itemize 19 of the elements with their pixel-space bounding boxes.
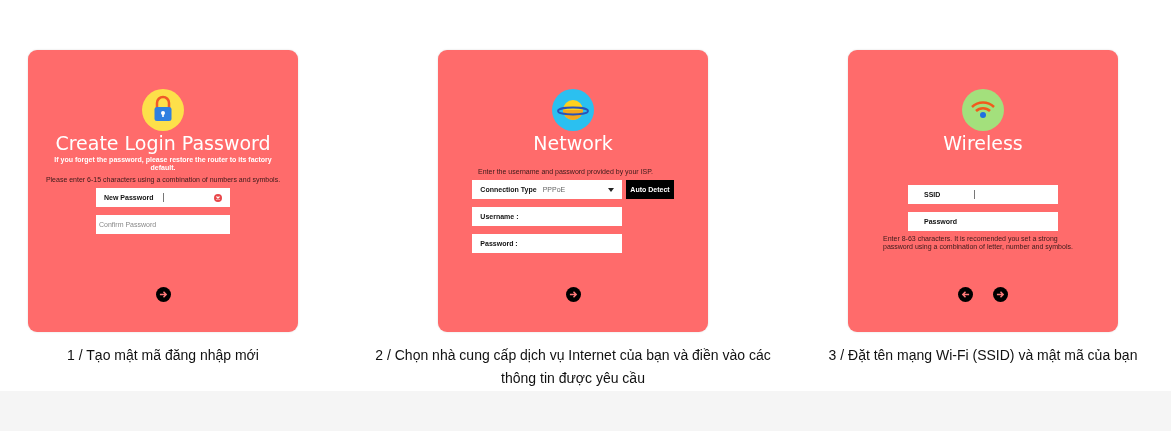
clear-icon[interactable]	[214, 193, 222, 202]
wifi-icon	[962, 89, 1004, 131]
arrow-right-icon	[996, 290, 1005, 299]
caret-icon	[608, 187, 615, 192]
padlock-icon	[142, 89, 184, 131]
arrow-right-icon	[158, 290, 168, 299]
planet-icon	[552, 89, 594, 131]
step-caption: 1 / Tạo mật mã đăng nhập mới	[67, 346, 259, 365]
step-caption: 2 / Chọn nhà cung cấp dịch vụ Internet của bạn và điền vào các thông tin được yêu cầu	[374, 346, 772, 388]
card-title: Network	[533, 132, 613, 154]
arrow-right-icon	[568, 290, 578, 299]
arrow-left-icon	[961, 290, 970, 299]
back-button[interactable]	[958, 287, 973, 302]
next-button[interactable]	[565, 287, 581, 302]
next-button[interactable]	[155, 287, 171, 302]
step-caption: 3 / Đặt tên mạng Wi-Fi (SSID) và mật mã của bạn	[828, 346, 1138, 365]
next-button[interactable]	[993, 287, 1008, 302]
card-title: Create Login Password	[55, 132, 271, 154]
card-title: Wireless	[943, 132, 1023, 154]
